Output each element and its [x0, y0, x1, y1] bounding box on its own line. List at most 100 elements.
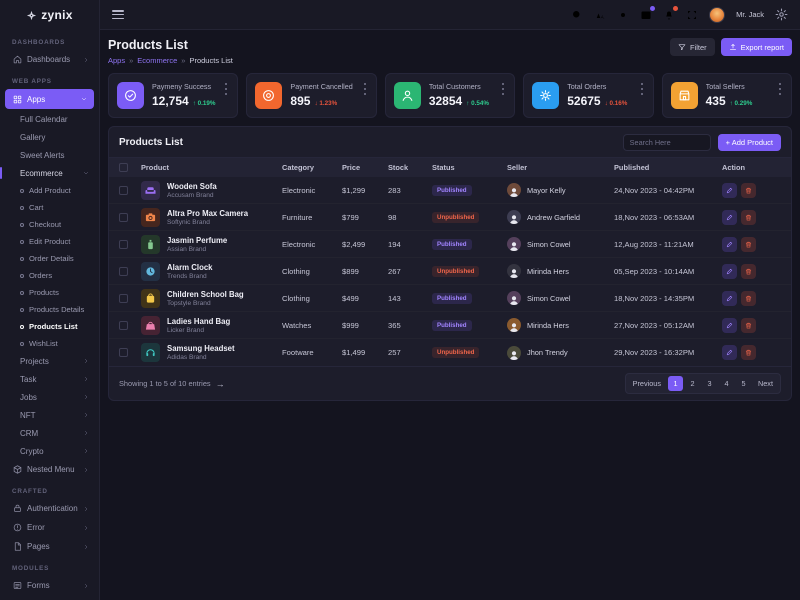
price-cell: $999 — [342, 321, 388, 330]
row-checkbox[interactable] — [119, 321, 128, 330]
user-avatar[interactable] — [709, 7, 725, 23]
pagination-page-3[interactable]: 3 — [702, 376, 717, 391]
table-row: Alarm ClockTrends BrandClothing$899267Un… — [109, 258, 791, 285]
apps-card-icon[interactable] — [640, 9, 652, 21]
sidebar-item-nft[interactable]: NFT — [0, 406, 99, 424]
table-row: Jasmin PerfumeAssian BrandElectronic$2,4… — [109, 231, 791, 258]
row-checkbox[interactable] — [119, 213, 128, 222]
sidebar-item-add-product[interactable]: Add Product — [0, 182, 99, 199]
breadcrumb-item[interactable]: Apps — [108, 56, 125, 65]
perfume-icon — [145, 239, 156, 250]
brand-logo[interactable]: zynix — [0, 0, 99, 30]
sidebar-item-nested-menu[interactable]: Nested Menu — [0, 460, 99, 479]
edit-button[interactable] — [722, 183, 737, 198]
delete-button[interactable] — [741, 210, 756, 225]
sidebar-item-error[interactable]: Error — [0, 518, 99, 537]
fullscreen-icon[interactable] — [686, 9, 698, 21]
arrow-right-icon: → — [216, 379, 225, 389]
sidebar-item-pages[interactable]: Pages — [0, 537, 99, 556]
search-input[interactable] — [623, 134, 711, 151]
breadcrumb-item[interactable]: Ecommerce — [137, 56, 177, 65]
add-product-button[interactable]: + Add Product — [718, 134, 781, 151]
sidebar-item-forms[interactable]: Forms — [0, 576, 99, 595]
export-button-label: Export report — [741, 43, 784, 52]
kebab-menu-icon[interactable] — [776, 83, 784, 95]
sidebar-item-crypto[interactable]: Crypto — [0, 442, 99, 460]
pagination-page-5[interactable]: 5 — [736, 376, 751, 391]
notifications-icon[interactable] — [663, 9, 675, 21]
filter-button[interactable]: Filter — [670, 38, 715, 56]
published-cell: 05,Sep 2023 - 10:14AM — [614, 267, 722, 276]
delete-button[interactable] — [741, 264, 756, 279]
check-circle-icon — [117, 82, 144, 109]
sidebar-item-full-calendar[interactable]: Full Calendar — [0, 110, 99, 128]
pagination-page-2[interactable]: 2 — [685, 376, 700, 391]
edit-button[interactable] — [722, 318, 737, 333]
sidebar-item-label: Gallery — [20, 133, 89, 142]
edit-button[interactable] — [722, 210, 737, 225]
edit-button[interactable] — [722, 264, 737, 279]
seller-cell: Mirinda Hers — [507, 318, 614, 332]
row-checkbox[interactable] — [119, 348, 128, 357]
edit-button[interactable] — [722, 291, 737, 306]
edit-button[interactable] — [722, 237, 737, 252]
delete-button[interactable] — [741, 291, 756, 306]
pagination-next[interactable]: Next — [753, 376, 778, 391]
pagination-page-4[interactable]: 4 — [719, 376, 734, 391]
sidebar-item-crm[interactable]: CRM — [0, 424, 99, 442]
chevR-icon — [83, 467, 89, 473]
sidebar-item-orders[interactable]: Orders — [0, 267, 99, 284]
kebab-menu-icon[interactable] — [361, 83, 369, 95]
row-checkbox[interactable] — [119, 267, 128, 276]
sidebar-item-products[interactable]: Products — [0, 284, 99, 301]
chevR-icon — [83, 506, 89, 512]
sidebar-item-apps[interactable]: Apps — [5, 89, 94, 109]
translate-icon[interactable] — [594, 9, 606, 21]
category-cell: Electronic — [282, 240, 342, 249]
export-report-button[interactable]: Export report — [721, 38, 792, 56]
delete-button[interactable] — [741, 183, 756, 198]
settings-gear-icon[interactable] — [775, 8, 788, 21]
user-name[interactable]: Mr. Jack — [736, 10, 764, 19]
sidebar-item-sweet-alerts[interactable]: Sweet Alerts — [0, 146, 99, 164]
row-checkbox[interactable] — [119, 186, 128, 195]
menu-toggle-icon[interactable] — [112, 10, 124, 19]
sidebar-item-gallery[interactable]: Gallery — [0, 128, 99, 146]
sidebar-item-checkout[interactable]: Checkout — [0, 216, 99, 233]
kebab-menu-icon[interactable] — [499, 83, 507, 95]
kebab-menu-icon[interactable] — [638, 83, 646, 95]
sidebar-item-dashboards[interactable]: Dashboards — [0, 50, 99, 69]
column-header-stock: Stock — [388, 163, 432, 172]
sidebar-item-ecommerce[interactable]: Ecommerce — [0, 164, 99, 182]
delete-button[interactable] — [741, 237, 756, 252]
sidebar-item-authentication[interactable]: Authentication — [0, 499, 99, 518]
column-header-published: Published — [614, 163, 722, 172]
select-all-checkbox[interactable] — [119, 163, 128, 172]
sidebar-item-projects[interactable]: Projects — [0, 352, 99, 370]
theme-sun-icon[interactable] — [617, 9, 629, 21]
pagination-previous[interactable]: Previous — [628, 376, 666, 391]
row-checkbox[interactable] — [119, 294, 128, 303]
delete-button[interactable] — [741, 318, 756, 333]
kebab-menu-icon[interactable] — [222, 83, 230, 95]
sidebar-item-edit-product[interactable]: Edit Product — [0, 233, 99, 250]
sidebar-item-wishlist[interactable]: WishList — [0, 335, 99, 352]
sidebar-item-label: Checkout — [29, 220, 89, 229]
sidebar-item-jobs[interactable]: Jobs — [0, 388, 99, 406]
trash-icon — [745, 268, 752, 275]
search-icon[interactable] — [571, 9, 583, 21]
seller-avatar — [507, 346, 521, 360]
breadcrumb-separator: » — [181, 56, 185, 65]
sidebar-item-cart[interactable]: Cart — [0, 199, 99, 216]
row-checkbox[interactable] — [119, 240, 128, 249]
sidebar-item-products-list[interactable]: Products List — [0, 318, 99, 335]
stat-card-total-sellers: Total Sellers435↑ 0.29% — [662, 73, 792, 118]
breadcrumb: Apps»Ecommerce»Products List — [108, 56, 233, 65]
delete-button[interactable] — [741, 345, 756, 360]
sidebar-item-task[interactable]: Task — [0, 370, 99, 388]
sidebar-item-order-details[interactable]: Order Details — [0, 250, 99, 267]
pagination-page-1[interactable]: 1 — [668, 376, 683, 391]
edit-button[interactable] — [722, 345, 737, 360]
sidebar-item-products-details[interactable]: Products Details — [0, 301, 99, 318]
trash-icon — [745, 187, 752, 194]
